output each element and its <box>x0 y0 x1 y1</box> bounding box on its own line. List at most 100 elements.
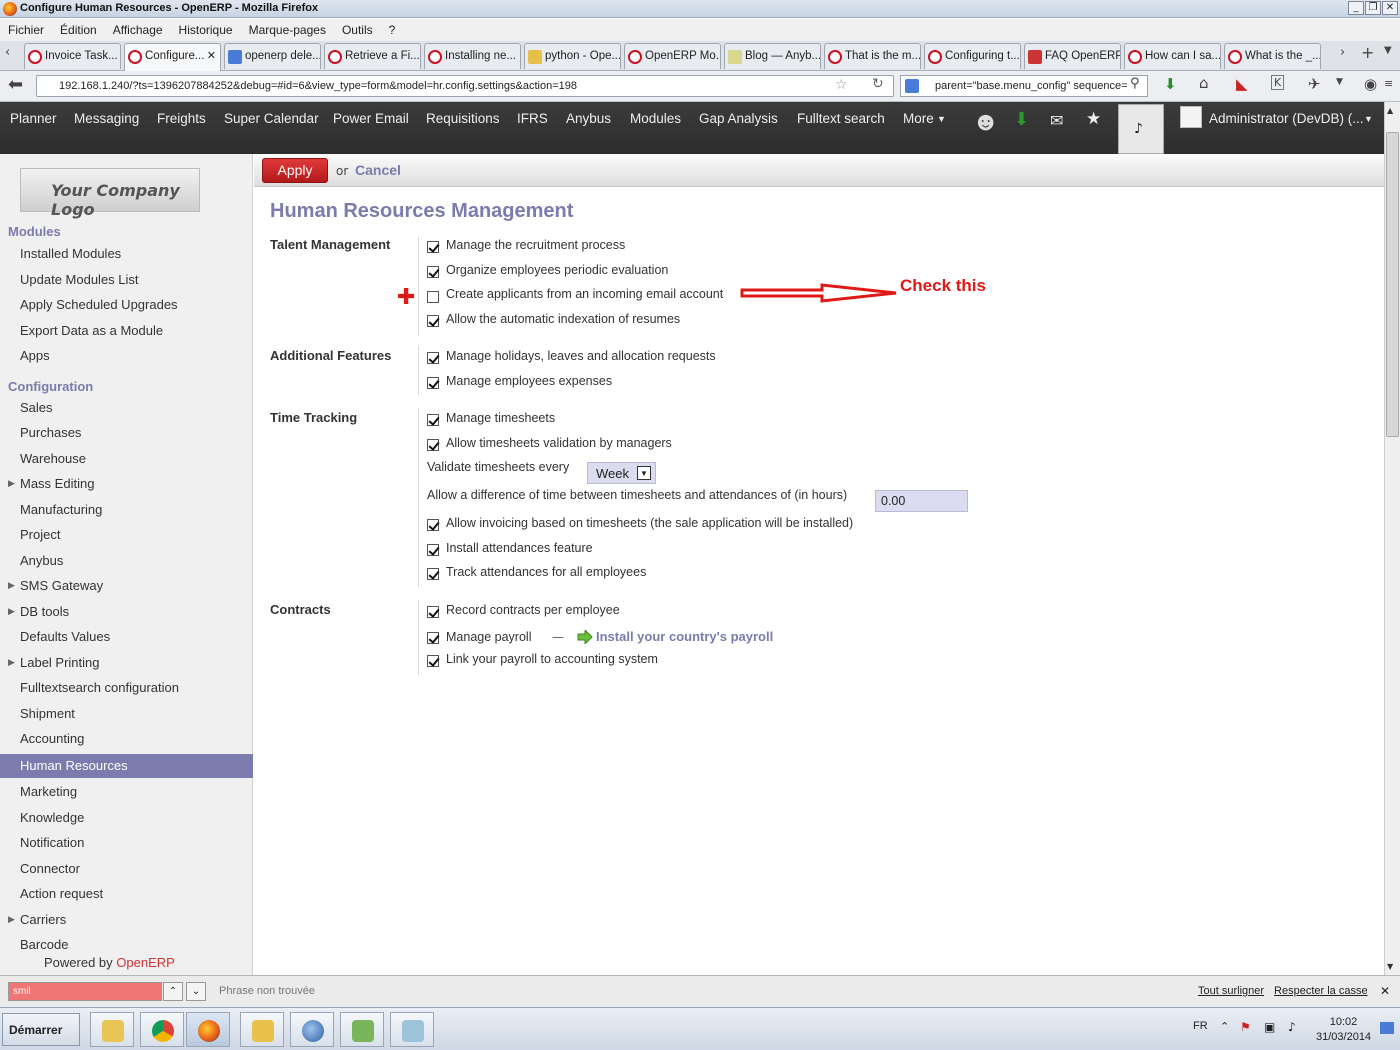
tab[interactable]: openerp dele... <box>224 43 321 69</box>
sidebar-item-label-printing[interactable]: Label Printing <box>20 655 100 670</box>
expand-arrow-icon[interactable]: ▶ <box>8 658 15 668</box>
mail-icon[interactable]: ✉ <box>1050 111 1063 131</box>
tab-list-icon[interactable]: ▼ <box>1384 45 1392 56</box>
expand-arrow-icon[interactable]: ▶ <box>8 915 15 925</box>
taskbar-chrome[interactable] <box>140 1012 184 1047</box>
expand-arrow-icon[interactable]: ▶ <box>8 607 15 617</box>
install-payroll-link[interactable]: Install your country's payroll <box>596 629 773 644</box>
minimize-button[interactable]: _ <box>1348 1 1364 15</box>
menu-marque-pages[interactable]: Marque-pages <box>241 19 334 37</box>
close-window-button[interactable]: ✕ <box>1382 1 1398 15</box>
user-caret-icon[interactable]: ▼ <box>1364 114 1373 124</box>
menu-freights[interactable]: Freights <box>157 111 206 126</box>
language-indicator[interactable]: FR <box>1193 1020 1208 1032</box>
tab[interactable]: Installing ne... <box>424 43 521 69</box>
tab[interactable]: That is the m... <box>824 43 921 69</box>
sidebar-item-apply-scheduled-upgrades[interactable]: Apply Scheduled Upgrades <box>20 297 178 312</box>
sidebar-item-manufacturing[interactable]: Manufacturing <box>20 502 102 517</box>
checkbox-attendances[interactable] <box>427 544 439 556</box>
checkbox-expenses[interactable] <box>427 377 439 389</box>
checkbox-evaluation[interactable] <box>427 266 439 278</box>
menu-ifrs[interactable]: IFRS <box>517 111 548 126</box>
sidebar-item-notification[interactable]: Notification <box>20 835 84 850</box>
menu-super-calendar[interactable]: Super Calendar <box>224 111 319 126</box>
menu-overflow-icon[interactable]: ≡ <box>1384 77 1393 90</box>
search-input[interactable]: parent="base.menu_config" sequence= <box>900 75 1148 97</box>
validate-period-select[interactable]: Week ▼ <box>587 462 656 484</box>
time-difference-input[interactable]: 0.00 <box>875 490 968 512</box>
show-desktop-icon[interactable] <box>1380 1022 1394 1034</box>
scroll-up-icon[interactable]: ▲ <box>1387 106 1393 115</box>
sidebar-item-fulltextsearch-config[interactable]: Fulltextsearch configuration <box>20 680 179 695</box>
sidebar-item-accounting[interactable]: Accounting <box>20 731 84 746</box>
sidebar-item-installed-modules[interactable]: Installed Modules <box>20 246 121 261</box>
sidebar-item-action-request[interactable]: Action request <box>20 886 103 901</box>
vertical-scrollbar[interactable]: ▲ ▼ <box>1384 102 1400 975</box>
taskbar-explorer[interactable] <box>90 1012 134 1047</box>
menu-fulltext-search[interactable]: Fulltext search <box>797 111 885 126</box>
taskbar-app[interactable] <box>390 1012 434 1047</box>
new-tab-icon[interactable]: + <box>1361 43 1374 62</box>
apply-button[interactable]: Apply <box>262 158 328 183</box>
tray-flag-icon[interactable]: ⚑ <box>1240 1020 1251 1034</box>
expand-arrow-icon[interactable]: ▶ <box>8 581 15 591</box>
addon-icon[interactable]: ◣ <box>1236 75 1248 93</box>
checkbox-payroll-accounting[interactable] <box>427 655 439 667</box>
tray-volume-icon[interactable]: ♪ <box>1288 1020 1296 1034</box>
user-avatar-icon[interactable] <box>1180 106 1202 128</box>
sidebar-item-barcode[interactable]: Barcode <box>20 937 68 952</box>
sidebar-item-mass-editing[interactable]: Mass Editing <box>20 476 94 491</box>
match-case-button[interactable]: Respecter la casse <box>1274 985 1368 997</box>
menu-planner[interactable]: Planner <box>10 111 57 126</box>
star-icon[interactable]: ★ <box>1086 109 1101 129</box>
checkbox-applicants-email[interactable] <box>427 291 439 303</box>
scrollbar-thumb[interactable] <box>1386 132 1399 437</box>
search-magnifier-icon[interactable]: ⚲ <box>1130 76 1140 91</box>
menu-gap-analysis[interactable]: Gap Analysis <box>699 111 778 126</box>
menu-historique[interactable]: Historique <box>171 19 241 37</box>
download-apps-icon[interactable]: ⬇ <box>1014 109 1029 130</box>
maximize-button[interactable]: ❐ <box>1365 1 1381 15</box>
menu-modules[interactable]: Modules <box>630 111 681 126</box>
checkbox-recruitment[interactable] <box>427 241 439 253</box>
checkbox-track-attendances[interactable] <box>427 568 439 580</box>
download-icon[interactable]: ⬇ <box>1164 75 1177 93</box>
sidebar-item-export-data[interactable]: Export Data as a Module <box>20 323 163 338</box>
sidebar-item-db-tools[interactable]: DB tools <box>20 604 69 619</box>
taskbar-app[interactable] <box>240 1012 284 1047</box>
start-button[interactable]: Démarrer <box>2 1013 80 1046</box>
clock[interactable]: 10:02 31/03/2014 <box>1316 1015 1371 1045</box>
sidebar-item-sales[interactable]: Sales <box>20 400 53 415</box>
sidebar-item-carriers[interactable]: Carriers <box>20 912 66 927</box>
taskbar-firefox[interactable] <box>186 1012 230 1047</box>
search-engine-icon[interactable] <box>905 79 919 93</box>
tab[interactable]: OpenERP Mo... <box>624 43 721 69</box>
sidebar-item-project[interactable]: Project <box>20 527 60 542</box>
tab[interactable]: Invoice Task... <box>24 43 121 69</box>
plugin-icon[interactable]: ✈ <box>1308 75 1321 93</box>
tab[interactable]: How can I sa... <box>1124 43 1221 69</box>
tab[interactable]: What is the _... <box>1224 43 1321 69</box>
toolbar-dropdown-icon[interactable]: ▼ <box>1336 77 1343 87</box>
menu-anybus[interactable]: Anybus <box>566 111 611 126</box>
sidebar-item-warehouse[interactable]: Warehouse <box>20 451 86 466</box>
tab-active[interactable]: Configure... ✕ <box>124 43 221 71</box>
checkbox-timesheets[interactable] <box>427 414 439 426</box>
sidebar-item-apps[interactable]: Apps <box>20 348 50 363</box>
sidebar-item-marketing[interactable]: Marketing <box>20 784 77 799</box>
tab[interactable]: Blog — Anyb... <box>724 43 821 69</box>
company-logo[interactable]: Your Company Logo <box>20 168 200 219</box>
menu-fichier[interactable]: Fichier <box>0 19 52 37</box>
menu-edition[interactable]: Édition <box>52 19 105 37</box>
reload-icon[interactable]: ↻ <box>872 76 884 92</box>
bookmark-star-icon[interactable]: ☆ <box>835 77 848 93</box>
find-previous-icon[interactable]: ⌃ <box>163 982 183 1001</box>
close-findbar-icon[interactable]: ✕ <box>1380 984 1390 998</box>
tab[interactable]: Configuring t... <box>924 43 1021 69</box>
sidebar-item-knowledge[interactable]: Knowledge <box>20 810 84 825</box>
menu-messaging[interactable]: Messaging <box>74 111 139 126</box>
menu-power-email[interactable]: Power Email <box>333 111 409 126</box>
url-input[interactable]: 192.168.1.240/?ts=1396207884252&debug=#i… <box>36 75 894 97</box>
tray-network-icon[interactable]: ▣ <box>1264 1020 1275 1034</box>
checkbox-holidays[interactable] <box>427 352 439 364</box>
